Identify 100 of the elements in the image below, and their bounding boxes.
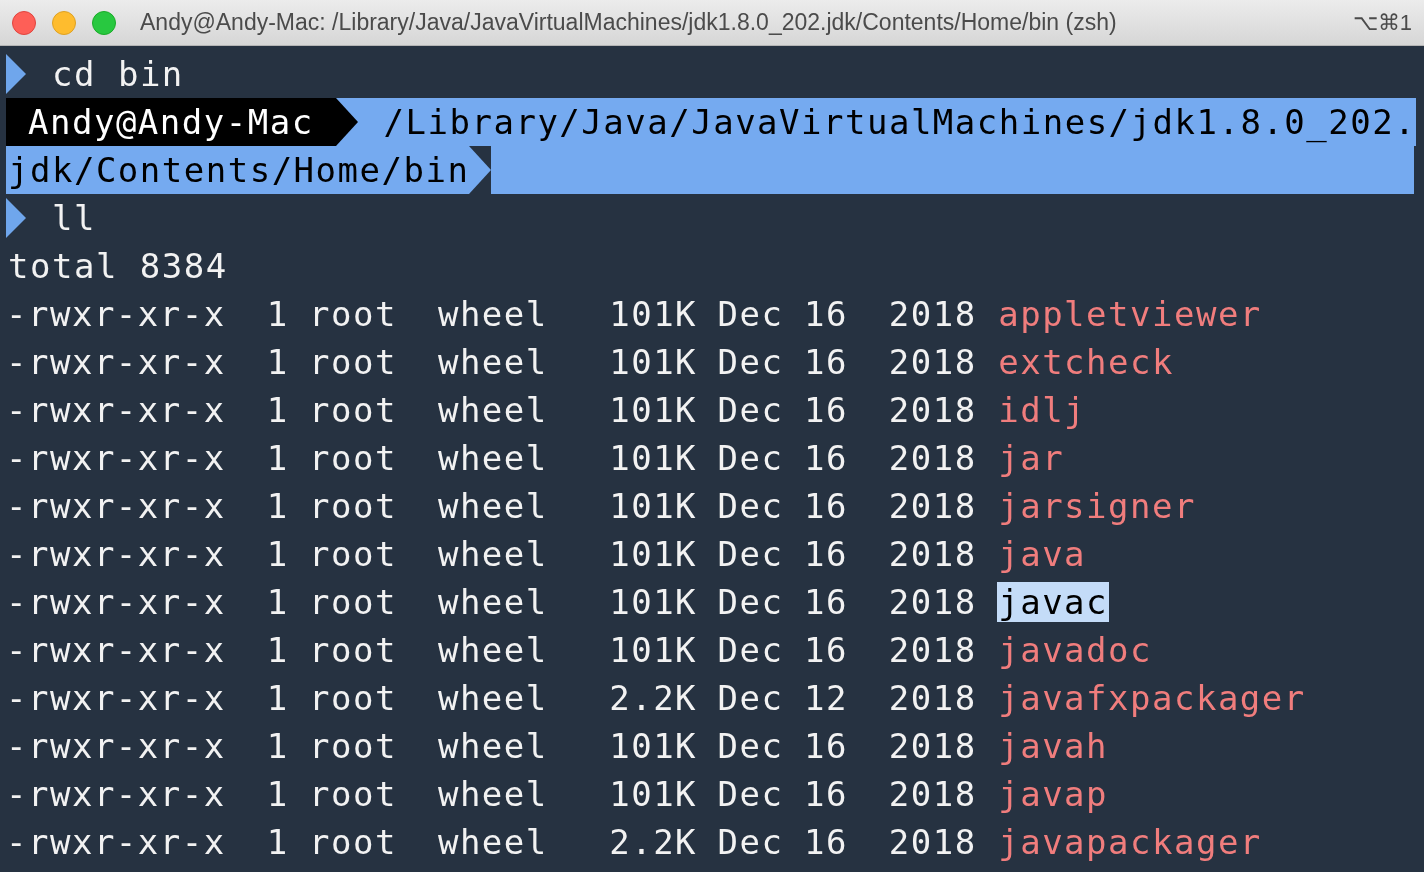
group-name: wheel bbox=[437, 342, 548, 382]
date-year: 2018 bbox=[888, 486, 977, 526]
date-year: 2018 bbox=[888, 582, 977, 622]
owner-name: root bbox=[309, 486, 397, 526]
date-month: Dec bbox=[717, 534, 784, 574]
date-year: 2018 bbox=[888, 438, 977, 478]
file-name[interactable]: extcheck bbox=[997, 342, 1175, 382]
date-day: 16 bbox=[803, 342, 848, 382]
prompt-path: /Library/Java/JavaVirtualMachines/jdk1.8.0_202. bbox=[357, 98, 1417, 146]
date-month: Dec bbox=[717, 342, 784, 382]
owner-name: root bbox=[309, 774, 397, 814]
file-size: 2.2K bbox=[609, 678, 698, 718]
date-day: 16 bbox=[803, 726, 848, 766]
date-day: 16 bbox=[803, 486, 848, 526]
permissions-text: -rwxr-xr-x bbox=[6, 726, 226, 766]
date-month: Dec bbox=[717, 438, 784, 478]
file-name[interactable]: jar bbox=[997, 438, 1066, 478]
date-day: 16 bbox=[803, 630, 848, 670]
permissions-text: -rwxr-xr-x bbox=[6, 582, 226, 622]
owner-name: root bbox=[309, 678, 397, 718]
owner-name: root bbox=[309, 294, 397, 334]
file-size: 101K bbox=[609, 294, 698, 334]
file-name[interactable]: javap bbox=[997, 774, 1110, 814]
group-name: wheel bbox=[437, 630, 548, 670]
link-count: 1 bbox=[266, 774, 289, 814]
file-name[interactable]: javafxpackager bbox=[997, 678, 1307, 718]
permissions-text: -rwxr-xr-x bbox=[6, 822, 226, 862]
command-text: cd bin bbox=[52, 54, 184, 94]
date-year: 2018 bbox=[888, 678, 977, 718]
minimize-button[interactable] bbox=[52, 10, 76, 35]
file-name[interactable]: jarsigner bbox=[997, 486, 1197, 526]
file-name[interactable]: javapackager bbox=[997, 822, 1263, 862]
date-day: 16 bbox=[803, 294, 848, 334]
date-year: 2018 bbox=[888, 534, 977, 574]
date-year: 2018 bbox=[888, 822, 977, 862]
date-day: 16 bbox=[803, 534, 848, 574]
file-size: 101K bbox=[609, 630, 698, 670]
owner-name: root bbox=[309, 822, 397, 862]
file-name[interactable]: javah bbox=[997, 726, 1110, 766]
file-size: 101K bbox=[609, 438, 698, 478]
file-size: 101K bbox=[609, 486, 698, 526]
owner-name: root bbox=[309, 342, 397, 382]
file-name[interactable]: java bbox=[997, 534, 1088, 574]
date-day: 12 bbox=[803, 678, 848, 718]
group-name: wheel bbox=[437, 774, 548, 814]
command-text: ll bbox=[52, 198, 96, 238]
date-month: Dec bbox=[717, 582, 784, 622]
date-year: 2018 bbox=[888, 342, 977, 382]
group-name: wheel bbox=[437, 678, 548, 718]
file-size: 101K bbox=[609, 774, 698, 814]
permissions-text: -rwxr-xr-x bbox=[6, 678, 226, 718]
file-size: 2.2K bbox=[609, 822, 698, 862]
date-month: Dec bbox=[717, 678, 784, 718]
link-count: 1 bbox=[266, 438, 289, 478]
link-count: 1 bbox=[266, 342, 289, 382]
group-name: wheel bbox=[437, 294, 548, 334]
link-count: 1 bbox=[266, 678, 289, 718]
date-year: 2018 bbox=[888, 774, 977, 814]
link-count: 1 bbox=[266, 390, 289, 430]
file-size: 101K bbox=[609, 582, 698, 622]
close-button[interactable] bbox=[12, 10, 36, 35]
link-count: 1 bbox=[266, 822, 289, 862]
date-year: 2018 bbox=[888, 294, 977, 334]
group-name: wheel bbox=[437, 486, 548, 526]
date-year: 2018 bbox=[888, 390, 977, 430]
link-count: 1 bbox=[266, 486, 289, 526]
permissions-text: -rwxr-xr-x bbox=[6, 438, 226, 478]
file-name[interactable]: javadoc bbox=[997, 630, 1153, 670]
link-count: 1 bbox=[266, 630, 289, 670]
group-name: wheel bbox=[437, 390, 548, 430]
output-text: total 8384 bbox=[7, 246, 228, 286]
file-size: 101K bbox=[609, 726, 698, 766]
zoom-button[interactable] bbox=[92, 10, 116, 35]
permissions-text: -rwxr-xr-x bbox=[6, 390, 226, 430]
date-year: 2018 bbox=[888, 726, 977, 766]
date-year: 2018 bbox=[888, 630, 977, 670]
group-name: wheel bbox=[437, 726, 548, 766]
permissions-text: -rwxr-xr-x bbox=[6, 486, 226, 526]
link-count: 1 bbox=[266, 294, 289, 334]
file-size: 101K bbox=[609, 390, 698, 430]
group-name: wheel bbox=[437, 582, 548, 622]
owner-name: root bbox=[309, 630, 397, 670]
file-name[interactable]: javac bbox=[997, 582, 1110, 622]
file-name[interactable]: idlj bbox=[997, 390, 1088, 430]
link-count: 1 bbox=[266, 582, 289, 622]
group-name: wheel bbox=[437, 822, 548, 862]
link-count: 1 bbox=[266, 726, 289, 766]
date-month: Dec bbox=[717, 390, 784, 430]
date-day: 16 bbox=[803, 438, 848, 478]
link-count: 1 bbox=[266, 534, 289, 574]
date-day: 16 bbox=[803, 822, 848, 862]
date-day: 16 bbox=[803, 390, 848, 430]
owner-name: root bbox=[309, 726, 397, 766]
keyboard-shortcut: ⌥⌘1 bbox=[1352, 9, 1412, 36]
owner-name: root bbox=[309, 534, 397, 574]
file-size: 101K bbox=[609, 534, 698, 574]
file-name[interactable]: appletviewer bbox=[997, 294, 1263, 334]
owner-name: root bbox=[309, 582, 397, 622]
date-month: Dec bbox=[717, 294, 784, 334]
date-month: Dec bbox=[717, 630, 784, 670]
